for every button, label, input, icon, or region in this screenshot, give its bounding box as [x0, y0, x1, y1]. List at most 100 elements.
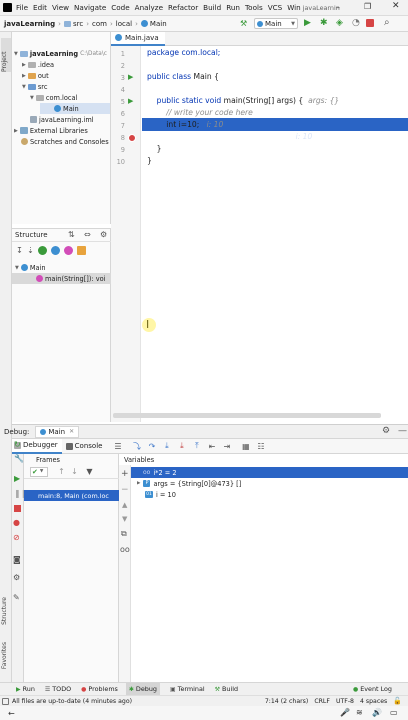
close-icon[interactable]: ✕: [69, 428, 74, 435]
gear-icon[interactable]: ⚙: [100, 230, 107, 239]
menu-tools[interactable]: Tools: [245, 3, 263, 12]
toolwindow-build[interactable]: ⚒ Build: [215, 685, 238, 693]
menu-window[interactable]: Win: [287, 3, 301, 12]
run-icon[interactable]: ▶: [304, 18, 311, 28]
step-into-icon[interactable]: ⤓: [161, 441, 172, 452]
run-config-dropdown[interactable]: Main ▼: [254, 18, 298, 29]
tab-console[interactable]: Console: [62, 439, 109, 454]
mute-breakpoints-icon[interactable]: ⊘: [13, 533, 20, 542]
show-execution-point-icon[interactable]: ⤵: [131, 441, 142, 452]
structure-tool-tab[interactable]: Structure: [1, 597, 8, 625]
breadcrumb-local[interactable]: local: [116, 20, 132, 28]
structure-item-class[interactable]: ▼ Main: [15, 262, 46, 273]
coverage-icon[interactable]: ◈: [336, 18, 343, 28]
sort-alpha-icon[interactable]: ↧: [14, 245, 25, 256]
file-encoding[interactable]: UTF-8: [336, 698, 354, 705]
menu-analyze[interactable]: Analyze: [135, 3, 163, 12]
menu-build[interactable]: Build: [203, 3, 221, 12]
project-tool-tab[interactable]: Project: [1, 38, 11, 72]
debug-session-tab[interactable]: Main ✕: [35, 425, 80, 438]
arrow-down-icon[interactable]: ↓: [69, 466, 80, 477]
camera-icon[interactable]: ◙: [13, 555, 21, 564]
variable-row-args[interactable]: ▶ P args = {String[0]@473} []: [131, 478, 408, 489]
battery-icon[interactable]: ▭: [390, 708, 398, 717]
run-to-cursor-icon[interactable]: ⇥: [221, 441, 232, 452]
lock-icon[interactable]: 🔓: [393, 697, 402, 705]
search-icon[interactable]: ⌕: [384, 17, 390, 28]
tree-item-src[interactable]: ▼ src: [22, 81, 48, 92]
gear-icon[interactable]: ⚙: [13, 573, 20, 582]
horizontal-scrollbar[interactable]: [113, 413, 381, 418]
evaluate-expression-icon[interactable]: ▦: [240, 441, 251, 452]
drop-frame-icon[interactable]: ⇤: [206, 441, 217, 452]
breadcrumb-project[interactable]: javaLearning: [4, 20, 55, 28]
menu-icon[interactable]: ☰: [112, 441, 123, 452]
tree-item-iml[interactable]: javaLearning.iml: [30, 114, 94, 125]
caret-position[interactable]: 7:14 (2 chars): [265, 698, 308, 705]
sort-visibility-icon[interactable]: ⇣: [25, 245, 36, 256]
toolwindow-run[interactable]: ▶ Run: [16, 685, 35, 693]
menu-code[interactable]: Code: [111, 3, 129, 12]
breadcrumb-main[interactable]: Main: [150, 20, 167, 28]
menu-run[interactable]: Run: [226, 3, 240, 12]
tree-item-scratches[interactable]: Scratches and Consoles: [21, 136, 109, 147]
wifi-icon[interactable]: ≋: [356, 708, 363, 717]
toolwindow-problems[interactable]: ● Problems: [81, 685, 118, 693]
toolwindow-todo[interactable]: ☰ TODO: [45, 685, 71, 693]
arrow-up-icon[interactable]: ↑: [56, 466, 67, 477]
menu-navigate[interactable]: Navigate: [74, 3, 106, 12]
frame-item[interactable]: main:8, Main (com.loc: [24, 490, 119, 501]
indent-setting[interactable]: 4 spaces: [360, 698, 387, 705]
toolwindow-terminal[interactable]: ▣ Terminal: [170, 685, 205, 693]
breadcrumb-com[interactable]: com: [92, 20, 107, 28]
volume-icon[interactable]: 🔊: [372, 708, 382, 717]
menu-vcs[interactable]: VCS: [268, 3, 283, 12]
hide-icon[interactable]: —: [398, 426, 407, 436]
rerun-icon[interactable]: ↻: [14, 440, 21, 449]
tree-item-main[interactable]: Main: [40, 103, 110, 114]
run-gutter-icon[interactable]: ▶: [128, 73, 133, 81]
run-gutter-icon[interactable]: ▶: [128, 97, 133, 105]
intellij-logo-icon[interactable]: [3, 3, 12, 12]
tab-main-java[interactable]: Main.java: [111, 31, 165, 46]
toggle-tool-windows-icon[interactable]: [2, 697, 9, 705]
filter-icon[interactable]: ▼: [84, 466, 95, 477]
force-step-into-icon[interactable]: ⤓: [176, 441, 187, 452]
stop-icon[interactable]: [14, 505, 21, 512]
step-over-icon[interactable]: ↷: [146, 441, 157, 452]
show-inherited-icon[interactable]: [51, 245, 60, 255]
duplicate-icon[interactable]: ⧉: [121, 529, 127, 539]
move-up-icon[interactable]: ▲: [122, 501, 127, 509]
microphone-icon[interactable]: 🎤: [340, 708, 350, 717]
editor-gutter[interactable]: 1 2 3 4 5 6 7 8 9 10 ▶ ▶: [111, 46, 141, 422]
menu-edit[interactable]: Edit: [33, 3, 47, 12]
tree-item-external-libraries[interactable]: ▶ External Libraries: [14, 125, 88, 136]
resume-icon[interactable]: ▶: [14, 474, 20, 483]
add-watch-icon[interactable]: +: [121, 469, 129, 479]
menu-view[interactable]: View: [52, 3, 69, 12]
line-separator[interactable]: CRLF: [314, 698, 330, 705]
breakpoint-icon[interactable]: [128, 134, 136, 142]
profile-icon[interactable]: ◔: [352, 18, 360, 28]
structure-item-method[interactable]: main(String[]): voi: [12, 273, 111, 284]
layout-settings-icon[interactable]: ☷: [255, 441, 266, 452]
move-down-icon[interactable]: ▼: [122, 515, 127, 523]
thread-dropdown[interactable]: ✔ ▼: [30, 466, 48, 477]
toolwindow-event-log[interactable]: ● Event Log: [353, 685, 392, 693]
menu-refactor[interactable]: Refactor: [168, 3, 198, 12]
wrench-icon[interactable]: 🔧: [14, 454, 24, 463]
variable-row-watch[interactable]: oo i*2 = 2: [131, 467, 408, 478]
code-editor[interactable]: Main.java 1 2 3 4 5 6 7 8 9 10 ▶ ▶ packa…: [111, 31, 408, 422]
menu-file[interactable]: File: [16, 3, 28, 12]
stop-icon[interactable]: [366, 19, 374, 27]
variable-row-i[interactable]: 01 i = 10: [131, 489, 408, 500]
step-out-icon[interactable]: ⤒: [191, 441, 202, 452]
pin-icon[interactable]: ✎: [13, 593, 20, 602]
sort-icon[interactable]: ⇅: [68, 230, 75, 239]
minimize-icon[interactable]: –: [336, 3, 340, 12]
glasses-icon[interactable]: oo: [120, 545, 130, 554]
maximize-icon[interactable]: ❐: [364, 2, 371, 11]
breadcrumb-src[interactable]: src: [73, 20, 83, 28]
tree-item-idea[interactable]: ▶ .idea: [22, 59, 54, 70]
remove-watch-icon[interactable]: −: [121, 485, 129, 495]
